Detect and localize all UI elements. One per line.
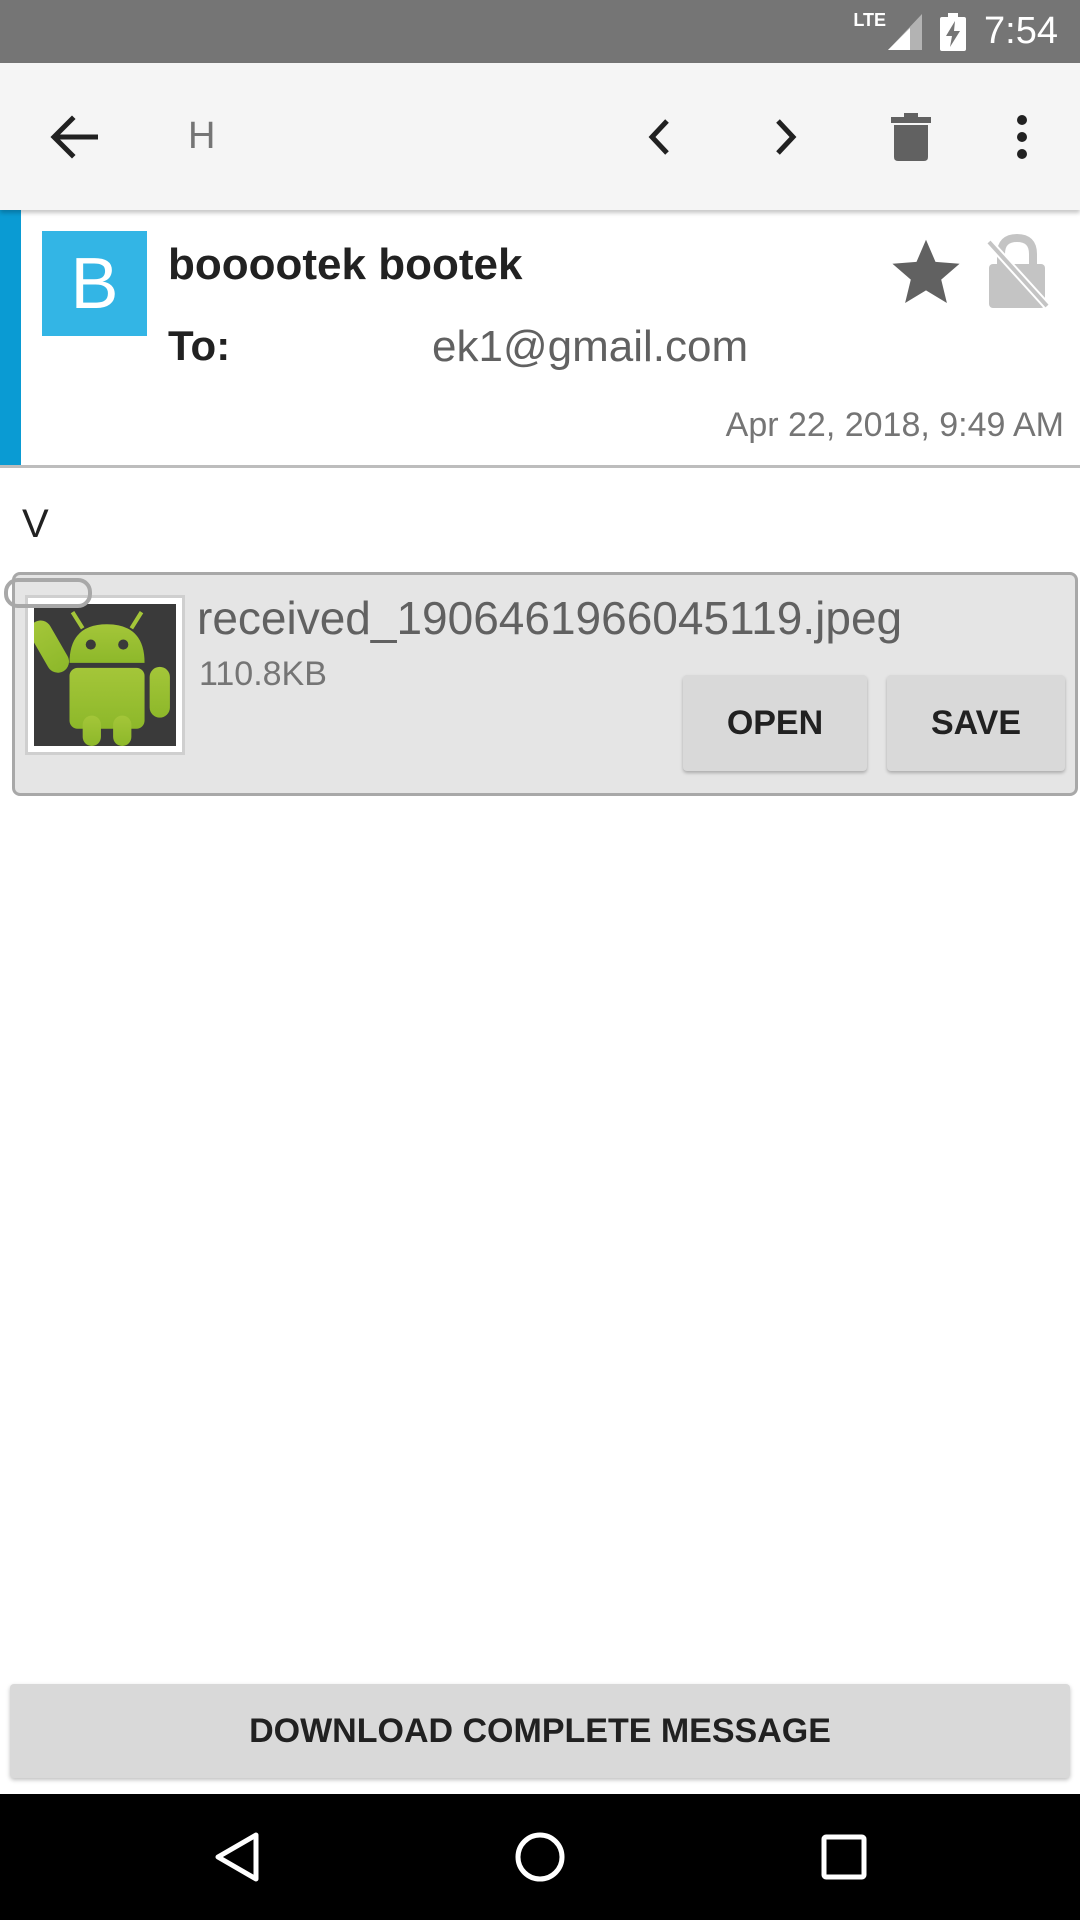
network-type-label: LTE [853,10,887,30]
message-date: Apr 22, 2018, 9:49 AM [725,406,1064,444]
lock-off-icon[interactable] [985,234,1049,310]
status-bar: LTE 7:54 [0,0,1080,63]
delete-button[interactable] [863,63,959,210]
signal-icon [888,13,923,50]
paperclip-icon [4,578,92,608]
chevron-left-icon [648,118,669,155]
chevron-right-icon [776,118,797,155]
avatar[interactable]: B [42,231,147,336]
nav-home-icon [515,1832,565,1882]
nav-back-icon [215,1832,259,1882]
download-complete-message-button[interactable]: DOWNLOAD COMPLETE MESSAGE [10,1684,1070,1778]
message-header: B booootek bootek To: ek1@gmail.com Apr … [0,210,1080,468]
nav-recents-icon [821,1834,867,1880]
nav-recents-button[interactable] [774,1794,914,1920]
more-vert-icon [1017,114,1027,159]
nav-back-button[interactable] [166,1794,306,1920]
clock: 7:54 [984,10,1058,52]
android-robot-icon [34,611,170,746]
trash-icon [891,112,931,161]
back-arrow-icon [50,114,98,159]
message-body: V [22,502,49,546]
nav-home-button[interactable] [470,1794,610,1920]
battery-charging-icon [940,12,967,51]
attachment-filename: received_1906461966045119.jpeg [197,592,903,644]
attachment-thumbnail[interactable] [25,595,185,755]
attachment-card: received_1906461966045119.jpeg 110.8KB O… [12,572,1078,796]
toolbar-title: H [188,115,216,157]
more-options-button[interactable] [974,63,1070,210]
to-label: To: [168,322,231,369]
previous-message-button[interactable] [611,63,707,210]
sender-name: booootek bootek [168,240,523,289]
save-attachment-button[interactable]: SAVE [887,675,1065,771]
toolbar: H [0,63,1080,210]
back-button[interactable] [26,63,122,210]
open-attachment-button[interactable]: OPEN [683,675,867,771]
recipient-address: ek1@gmail.com [432,322,749,371]
next-message-button[interactable] [738,63,834,210]
navigation-bar [0,1794,1080,1920]
unread-accent-bar [0,210,21,465]
attachment-size: 110.8KB [199,655,327,693]
star-icon[interactable] [888,234,964,310]
